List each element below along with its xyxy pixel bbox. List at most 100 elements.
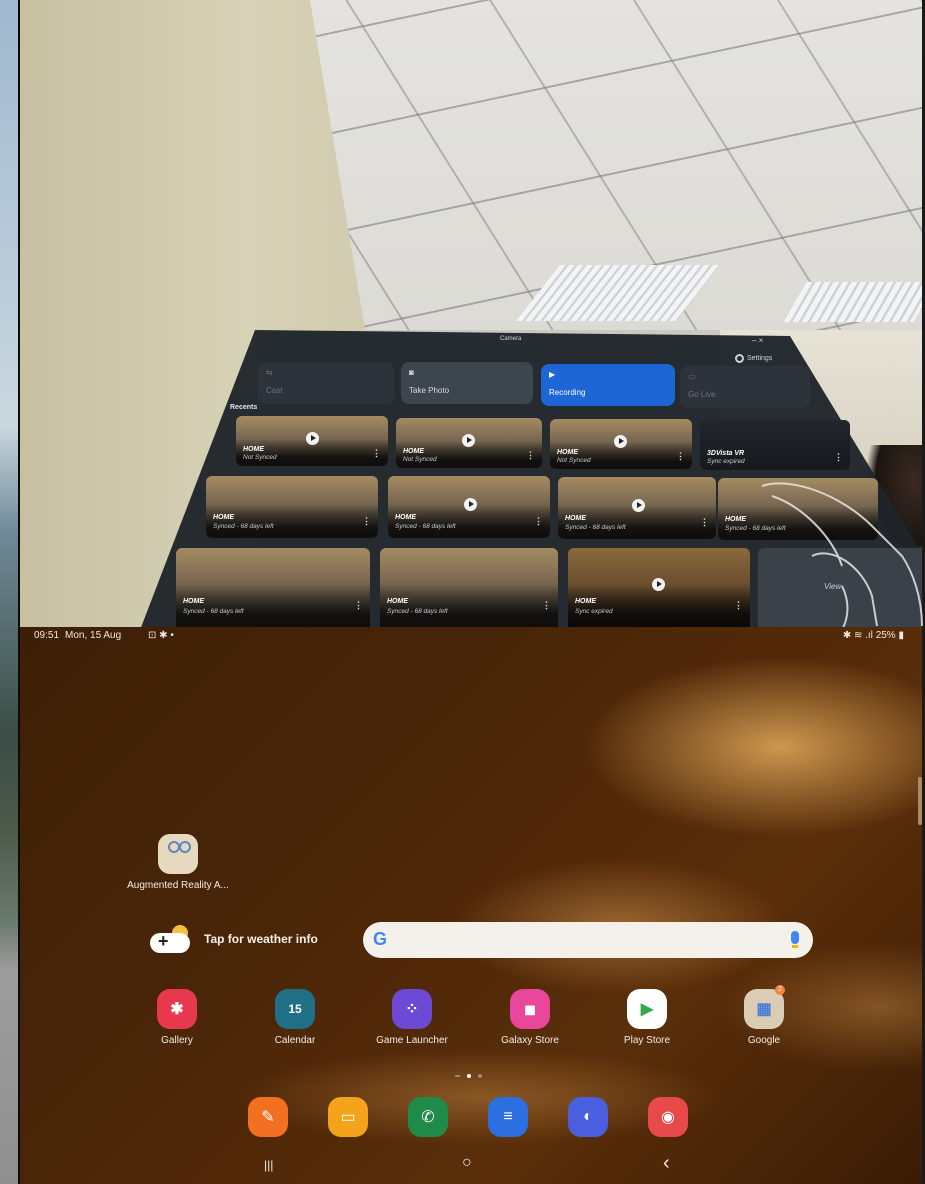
app-game-launcher[interactable]: ⁘ Game Launcher: [357, 989, 467, 1046]
home-button[interactable]: ○: [462, 1154, 472, 1172]
google-folder-icon: ▦: [744, 989, 784, 1029]
more-options-icon[interactable]: ⋮: [534, 516, 543, 527]
battery-icon: ▮: [898, 630, 904, 641]
more-options-icon[interactable]: ⋮: [676, 451, 685, 462]
camera-icon: ◙: [409, 368, 414, 377]
notification-icons: ⊡ ✱ •: [148, 630, 174, 641]
mode-label: Cast: [266, 386, 283, 395]
hand-gesture-overlay: [761, 482, 923, 636]
more-options-icon[interactable]: ⋮: [354, 600, 363, 611]
augmented-reality-app-icon: [158, 834, 198, 874]
status-date: Mon, 15 Aug: [65, 630, 122, 641]
app-calendar[interactable]: 15 Calendar: [240, 989, 350, 1046]
app-label: Game Launcher: [376, 1035, 448, 1046]
play-icon[interactable]: [462, 434, 475, 447]
mode-recording-button[interactable]: ▶ Recording: [541, 364, 675, 406]
recent-recording-card[interactable]: HOME Not Synced ⋮: [236, 416, 388, 466]
play-icon[interactable]: [464, 498, 477, 511]
window-controls[interactable]: – ×: [752, 336, 763, 345]
folder-icon[interactable]: ▭: [328, 1097, 368, 1137]
weather-label: Tap for weather info: [204, 932, 318, 946]
mode-label: Go Live: [688, 390, 716, 399]
more-options-icon[interactable]: ⋮: [362, 516, 371, 527]
recording-status: Not Synced: [557, 457, 591, 464]
recording-name: HOME: [725, 516, 746, 523]
live-icon: ▭: [688, 372, 696, 381]
messages-icon[interactable]: ≡: [488, 1097, 528, 1137]
recording-name: HOME: [395, 514, 416, 521]
play-icon[interactable]: [632, 499, 645, 512]
recent-recording-card[interactable]: HOME Synced - 68 days left ⋮: [176, 548, 370, 627]
notes-icon[interactable]: ✎: [248, 1097, 288, 1137]
mode-cast-button[interactable]: ⇆ Cast: [258, 362, 394, 404]
gallery-icon: ✱: [157, 989, 197, 1029]
recording-name: HOME: [575, 598, 596, 605]
more-options-icon[interactable]: ⋮: [372, 448, 381, 459]
google-search-bar[interactable]: G: [363, 922, 813, 958]
app-galaxy-store[interactable]: ◼ Galaxy Store: [475, 989, 585, 1046]
weather-widget[interactable]: + Tap for weather info: [150, 925, 318, 953]
recording-name: 3DVista VR: [707, 450, 745, 457]
augmented-reality-app[interactable]: Augmented Reality A...: [118, 834, 238, 891]
mode-label: Take Photo: [409, 386, 450, 395]
internet-icon[interactable]: ◐: [568, 1097, 608, 1137]
signal-icon: ✱ ≋ .ıl: [842, 630, 873, 641]
back-button[interactable]: ‹: [663, 1152, 670, 1175]
recording-name: HOME: [243, 446, 264, 453]
status-right-icons: ✱ ≋ .ıl 25% ▮: [843, 630, 904, 641]
galaxy-store-icon: ◼: [510, 989, 550, 1029]
settings-button[interactable]: Settings: [735, 354, 772, 363]
calendar-icon: 15: [275, 989, 315, 1029]
screen-recorder-icon[interactable]: ◉: [648, 1097, 688, 1137]
recent-recording-card[interactable]: HOME Not Synced ⋮: [396, 418, 542, 468]
weather-icon: +: [150, 925, 192, 953]
mic-icon[interactable]: [791, 931, 799, 948]
more-options-icon[interactable]: ⋮: [526, 450, 535, 461]
cast-icon: ⇆: [266, 368, 273, 377]
recording-status: Synced - 68 days left: [565, 524, 626, 531]
recent-recording-card[interactable]: HOME Synced - 68 days left ⋮: [206, 476, 378, 538]
camera-window-title: Camera: [500, 336, 522, 342]
recording-status: Not Synced: [403, 456, 437, 463]
settings-label: Settings: [747, 355, 773, 362]
page-indicator[interactable]: [455, 1074, 482, 1078]
mode-label: Recording: [549, 388, 586, 397]
recording-status: Synced - 68 days left: [387, 608, 448, 615]
more-options-icon[interactable]: ⋮: [542, 600, 551, 611]
app-label: Google: [747, 1035, 781, 1046]
recent-recording-card[interactable]: 3DVista VR Sync expired ⋮: [700, 420, 850, 470]
app-label: Calendar: [274, 1035, 316, 1046]
status-bar: 09:51 Mon, 15 Aug: [34, 630, 121, 641]
more-options-icon[interactable]: ⋮: [734, 600, 743, 611]
recent-recording-card[interactable]: HOME Synced - 68 days left ⋮: [388, 476, 550, 538]
recording-status: Sync expired: [575, 608, 613, 615]
play-icon[interactable]: [614, 435, 627, 448]
recent-recording-card[interactable]: HOME Not Synced ⋮: [550, 419, 692, 469]
recent-recording-card[interactable]: HOME Sync expired ⋮: [568, 548, 750, 627]
recording-name: HOME: [213, 514, 234, 521]
recents-button[interactable]: |||: [264, 1158, 273, 1172]
battery-level: 25%: [875, 630, 896, 641]
more-options-icon[interactable]: ⋮: [700, 517, 709, 528]
play-icon[interactable]: [306, 432, 319, 445]
adjacent-window-strip: [0, 0, 20, 1184]
app-gallery[interactable]: ✱ Gallery: [122, 989, 232, 1046]
recording-status: Synced - 68 days left: [395, 523, 456, 530]
status-time: 09:51: [34, 630, 60, 641]
phone-icon[interactable]: ✆: [408, 1097, 448, 1137]
edge-panel-handle[interactable]: [918, 777, 922, 825]
game-launcher-icon: ⁘: [392, 989, 432, 1029]
play-icon[interactable]: [652, 578, 665, 591]
mode-take-photo-button[interactable]: ◙ Take Photo: [401, 362, 533, 404]
more-options-icon[interactable]: ⋮: [834, 452, 843, 463]
app-play-store[interactable]: ▶ Play Store: [592, 989, 702, 1046]
recent-recording-card[interactable]: HOME Synced - 68 days left ⋮: [558, 477, 716, 539]
app-label: Play Store: [623, 1035, 671, 1046]
recent-recording-card[interactable]: HOME Synced - 68 days left ⋮: [380, 548, 558, 627]
ceiling-light: [783, 282, 922, 322]
navigation-bar: ||| ○ ‹: [20, 1152, 922, 1184]
tablet-home-screen: 09:51 Mon, 15 Aug ⊡ ✱ • ✱ ≋ .ıl 25% ▮ Au…: [20, 627, 922, 1184]
mode-go-live-button[interactable]: ▭ Go Live: [680, 366, 810, 408]
app-google-folder[interactable]: ▦ 2 Google: [709, 985, 819, 1046]
recording-status: Synced - 68 days left: [183, 608, 244, 615]
